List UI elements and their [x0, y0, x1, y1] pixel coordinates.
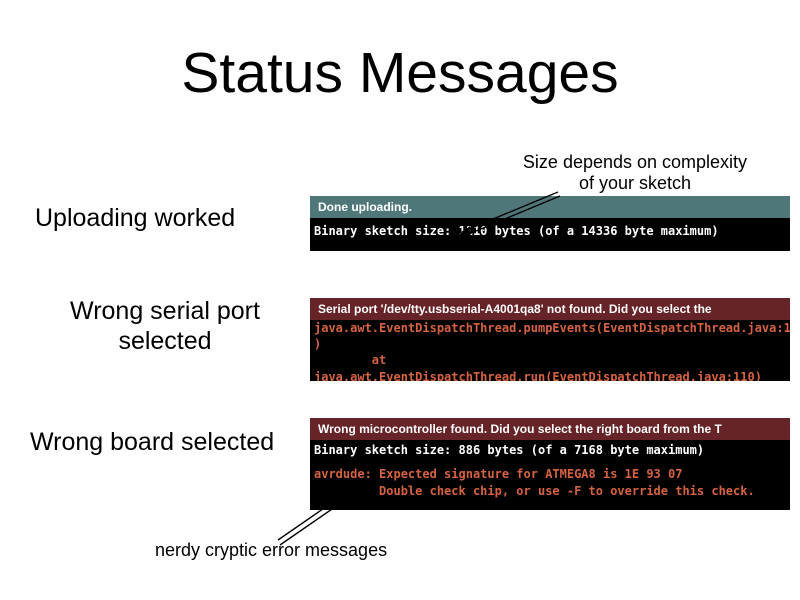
arrow-nerdy-icon	[0, 0, 800, 600]
